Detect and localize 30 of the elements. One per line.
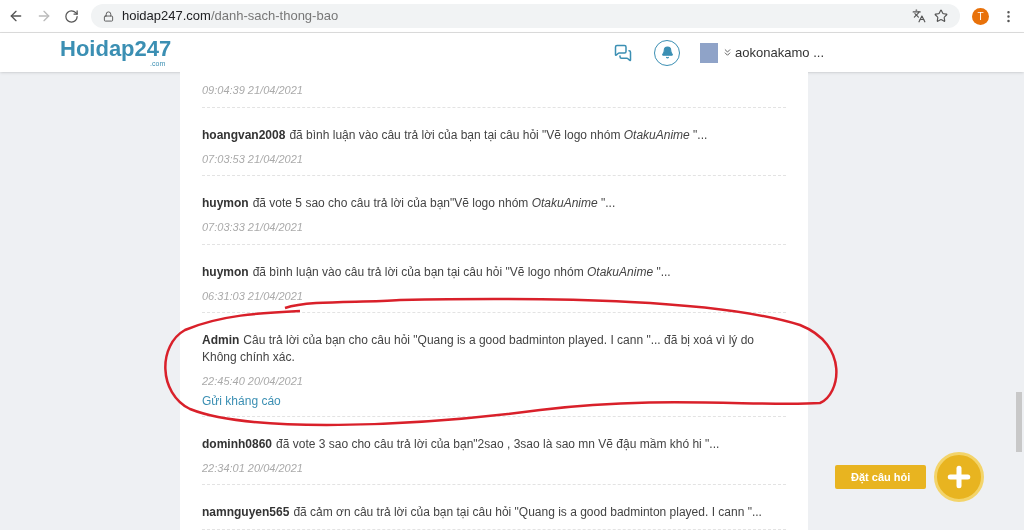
notification-time: 09:04:39 21/04/2021: [202, 83, 304, 98]
ask-question-label[interactable]: Đặt câu hỏi: [835, 464, 927, 490]
star-icon[interactable]: [934, 9, 948, 23]
url-text: hoidap247.com/danh-sach-thong-bao: [122, 7, 339, 26]
forward-icon[interactable]: [36, 8, 52, 24]
notification-time: 22:34:01 20/04/2021: [202, 460, 304, 476]
notification-time: 07:03:53 21/04/2021: [202, 151, 304, 167]
chat-icon[interactable]: [614, 43, 633, 62]
address-bar[interactable]: hoidap247.com/danh-sach-thong-bao: [91, 4, 960, 28]
notification-time: 06:31:03 21/04/2021: [202, 288, 304, 304]
site-logo[interactable]: Hoidap247: [60, 38, 172, 60]
bell-icon: [660, 46, 674, 59]
user-avatar[interactable]: [700, 42, 719, 63]
back-icon[interactable]: [8, 8, 24, 24]
notification-text: hoangvan2008 đã bình luận vào câu trả lời của bạn tại câu hỏi "Vẽ logo nhóm OtakuAnime "...: [202, 126, 709, 144]
notification-text: namnguyen565 đã cảm ơn câu trả lời của bạn tại câu hỏi "Quang is a good badminton played. I cann "...: [202, 504, 763, 521]
username[interactable]: aokonakamo ...: [735, 42, 824, 63]
translate-icon[interactable]: [912, 9, 926, 23]
notification-text: Admin Câu trả lời của bạn cho câu hỏi "Quang is a good badminton played. I cann "... đã bị xoá vì lý do Không chính xác.: [202, 332, 756, 366]
profile-avatar[interactable]: T: [972, 7, 989, 25]
notification-time: 22:45:40 20/04/2021: [202, 374, 304, 389]
notification-text: huymon đã vote 5 sao cho câu trả lời của bạn"Vẽ logo nhóm OtakuAnime "...: [202, 195, 617, 212]
notification-text: huymon đã bình luận vào câu trả lời của bạn tại câu hỏi "Vẽ logo nhóm OtakuAnime "...: [202, 263, 672, 281]
notification-text: dominh0860 đã vote 3 sao cho câu trả lời của bạn"2sao , 3sao là sao mn Vẽ đậu mầm khó hi "...: [202, 435, 721, 453]
notification-time: 07:03:33 21/04/2021: [202, 220, 304, 235]
ask-question-button[interactable]: [934, 452, 985, 502]
reload-icon[interactable]: [64, 8, 79, 24]
lock-icon: [103, 10, 114, 22]
scrollbar[interactable]: [1016, 392, 1022, 452]
appeal-link[interactable]: Gửi kháng cáo: [202, 391, 281, 410]
